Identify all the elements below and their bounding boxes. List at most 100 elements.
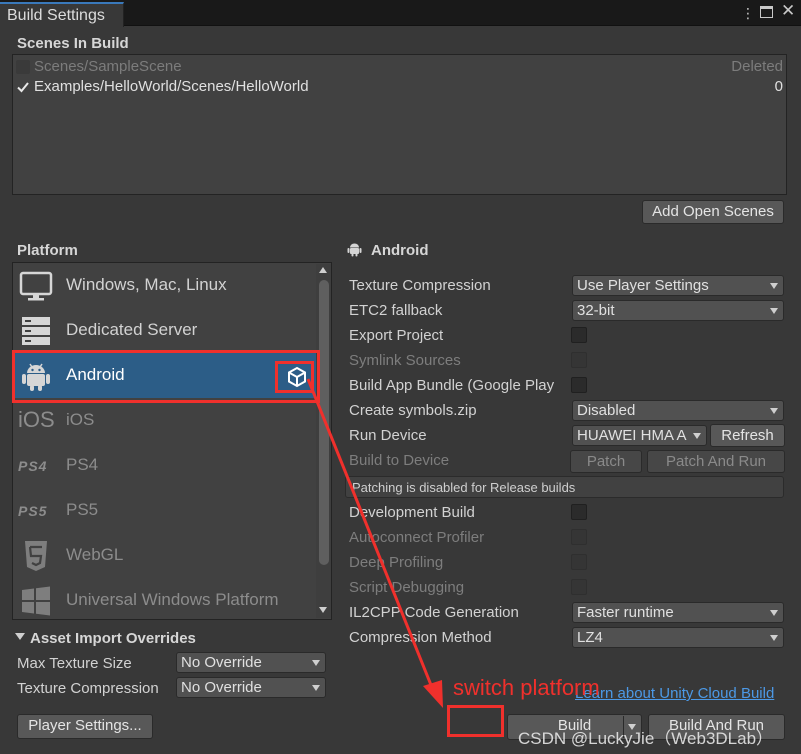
player-settings-button[interactable]: Player Settings... — [17, 714, 153, 739]
ps4-icon: PS4 — [18, 458, 48, 474]
scroll-thumb[interactable] — [319, 280, 329, 565]
scroll-down-icon[interactable] — [319, 607, 327, 613]
chevron-down-icon — [770, 283, 778, 289]
dropdown-value: No Override — [181, 679, 262, 696]
build-app-bundle-checkbox[interactable] — [571, 377, 587, 393]
refresh-button[interactable]: Refresh — [710, 424, 785, 447]
platform-label: WebGL — [66, 545, 124, 564]
il2cpp-label: IL2CPP Code Generation — [349, 604, 519, 621]
chevron-down-icon — [770, 308, 778, 314]
dropdown-value: LZ4 — [577, 629, 603, 646]
chevron-down-icon — [770, 610, 778, 616]
highlight-unity-icon — [275, 361, 314, 393]
export-project-checkbox[interactable] — [571, 327, 587, 343]
patch-button[interactable]: Patch — [570, 450, 642, 473]
dropdown-value: No Override — [181, 654, 262, 671]
platform-label: iOS — [66, 410, 95, 429]
create-symbols-dropdown[interactable]: Disabled — [572, 400, 784, 421]
dropdown-value: Faster runtime — [577, 604, 674, 621]
texture-compression-dropdown[interactable]: Use Player Settings — [572, 275, 784, 296]
scenes-list: Scenes/SampleScene Deleted Examples/Hell… — [12, 54, 787, 195]
android-header: Android — [371, 242, 429, 259]
symlink-sources-checkbox — [571, 352, 587, 368]
compression-method-label: Compression Method — [349, 629, 492, 646]
development-build-checkbox[interactable] — [571, 504, 587, 520]
ios-icon: iOS — [18, 407, 55, 432]
foldout-arrow-icon[interactable] — [15, 633, 25, 640]
run-device-dropdown[interactable]: HUAWEI HMA A — [572, 425, 707, 446]
kebab-menu-icon[interactable]: ⋮ — [741, 5, 755, 21]
platform-label: Dedicated Server — [66, 320, 198, 339]
android-header-icon — [347, 243, 362, 257]
scroll-up-icon[interactable] — [319, 267, 327, 273]
platform-label: Windows, Mac, Linux — [66, 275, 227, 294]
script-debugging-checkbox — [571, 579, 587, 595]
html5-icon — [25, 541, 47, 571]
annotation-label: switch platform — [453, 675, 600, 700]
texture-compression-override-dropdown[interactable]: No Override — [176, 677, 326, 698]
watermark: CSDN @LuckyJie（Web3DLab） — [518, 729, 774, 748]
chevron-down-icon — [312, 660, 320, 666]
chevron-down-icon — [770, 408, 778, 414]
max-texture-size-label: Max Texture Size — [17, 655, 132, 672]
scene-name: Examples/HelloWorld/Scenes/HelloWorld — [34, 78, 309, 95]
autoconnect-profiler-label: Autoconnect Profiler — [349, 529, 485, 546]
scene-checkbox[interactable] — [16, 80, 30, 94]
development-build-label: Development Build — [349, 504, 475, 521]
windows-icon — [22, 586, 50, 616]
platform-label: PS4 — [66, 455, 99, 474]
chevron-down-icon — [693, 433, 701, 439]
patch-info-box: Patching is disabled for Release builds — [345, 476, 784, 498]
scenes-in-build-title: Scenes In Build — [17, 35, 129, 52]
platform-item-uwp[interactable]: Universal Windows Platform — [13, 578, 317, 619]
platform-item-ios[interactable]: iOS iOS — [13, 398, 317, 443]
autoconnect-profiler-checkbox — [571, 529, 587, 545]
texture-compression-label: Texture Compression — [349, 277, 491, 294]
platform-label: Universal Windows Platform — [66, 590, 279, 609]
scene-checkbox[interactable] — [16, 60, 30, 74]
etc2-fallback-label: ETC2 fallback — [349, 302, 443, 319]
monitor-icon — [19, 271, 53, 301]
scene-row[interactable]: Examples/HelloWorld/Scenes/HelloWorld 0 — [13, 77, 786, 97]
platform-label: PS5 — [66, 500, 99, 519]
scene-name: Scenes/SampleScene — [34, 58, 182, 75]
deep-profiling-label: Deep Profiling — [349, 554, 444, 571]
platform-item-dedicated-server[interactable]: Dedicated Server — [13, 308, 317, 353]
texture-compression-override-label: Texture Compression — [17, 680, 159, 697]
maximize-icon[interactable] — [760, 6, 773, 18]
ps5-icon: PS5 — [18, 503, 48, 519]
script-debugging-label: Script Debugging — [349, 579, 465, 596]
platform-item-standalone[interactable]: Windows, Mac, Linux — [13, 263, 317, 308]
chevron-down-icon — [312, 685, 320, 691]
platform-item-webgl[interactable]: WebGL — [13, 533, 317, 578]
platform-list: Windows, Mac, Linux Dedicated Server And… — [12, 262, 332, 620]
platform-item-ps5[interactable]: PS5 PS5 — [13, 488, 317, 533]
scene-index: Deleted — [731, 58, 783, 75]
dropdown-value: 32-bit — [577, 302, 615, 319]
max-texture-size-dropdown[interactable]: No Override — [176, 652, 326, 673]
symlink-sources-label: Symlink Sources — [349, 352, 461, 369]
asset-import-overrides-title[interactable]: Asset Import Overrides — [30, 630, 196, 647]
cloud-build-link[interactable]: Learn about Unity Cloud Build — [575, 685, 774, 702]
check-icon — [17, 82, 29, 93]
create-symbols-label: Create symbols.zip — [349, 402, 477, 419]
scene-index: 0 — [774, 78, 783, 95]
close-icon[interactable]: ✕ — [781, 2, 795, 19]
scene-row[interactable]: Scenes/SampleScene Deleted — [13, 57, 786, 77]
etc2-fallback-dropdown[interactable]: 32-bit — [572, 300, 784, 321]
server-icon — [22, 317, 50, 345]
dropdown-value: Use Player Settings — [577, 277, 709, 294]
add-open-scenes-button[interactable]: Add Open Scenes — [642, 200, 784, 224]
patch-and-run-button[interactable]: Patch And Run — [647, 450, 785, 473]
platform-item-ps4[interactable]: PS4 PS4 — [13, 443, 317, 488]
deep-profiling-checkbox — [571, 554, 587, 570]
compression-method-dropdown[interactable]: LZ4 — [572, 627, 784, 648]
build-to-device-label: Build to Device — [349, 452, 450, 469]
highlight-switch-button — [447, 705, 504, 737]
highlight-android — [12, 350, 320, 403]
chevron-down-icon — [770, 635, 778, 641]
il2cpp-dropdown[interactable]: Faster runtime — [572, 602, 784, 623]
platform-title: Platform — [17, 242, 78, 259]
tab-build-settings[interactable]: Build Settings — [0, 2, 124, 27]
dropdown-value: HUAWEI HMA A — [577, 427, 687, 444]
